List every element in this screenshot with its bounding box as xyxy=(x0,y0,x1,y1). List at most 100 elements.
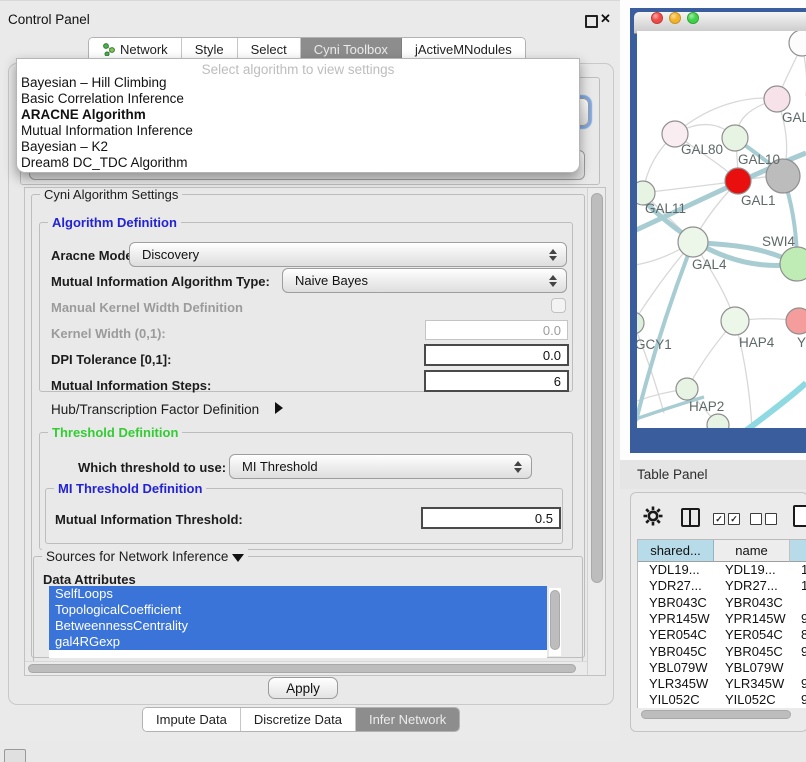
table-row[interactable]: YBR043CYBR043C xyxy=(638,595,806,611)
table-cell: YBR043C xyxy=(638,595,714,611)
table-row[interactable]: YBR045CYBR045C9. xyxy=(638,644,806,660)
kernel-width-field[interactable] xyxy=(425,320,568,340)
close-icon[interactable]: ✕ xyxy=(600,11,611,27)
network-edge[interactable] xyxy=(744,383,806,428)
attribute-list-item[interactable]: TopologicalCoefficient xyxy=(49,602,547,618)
checked-checkbox-icon[interactable]: ✓ xyxy=(728,513,740,525)
column-header[interactable]: shared... xyxy=(638,540,714,562)
dropdown-item[interactable]: Dream8 DC_TDC Algorithm xyxy=(21,155,188,171)
mi-threshold-title: MI Threshold Definition xyxy=(54,481,206,496)
table-cell: YBL079W xyxy=(638,660,714,676)
attribute-list-item[interactable]: BetweennessCentrality xyxy=(49,618,547,634)
checked-checkbox-icon[interactable]: ✓ xyxy=(713,513,725,525)
settings-vertical-scrollbar[interactable] xyxy=(587,188,606,675)
tab-impute-data[interactable]: Impute Data xyxy=(143,708,241,731)
tab-label: Discretize Data xyxy=(254,712,342,727)
table-panel-titlebar: Table Panel xyxy=(620,460,806,489)
collapse-down-icon[interactable] xyxy=(232,554,244,562)
node-table[interactable]: shared...nameYDL19...YDL19...13YDR27...Y… xyxy=(637,539,806,708)
close-traffic-light[interactable] xyxy=(651,12,663,24)
attribute-list-scrollbar[interactable] xyxy=(549,588,561,656)
float-window-icon[interactable] xyxy=(585,15,598,28)
node-label: Y xyxy=(797,335,806,350)
dpi-tolerance-label: DPI Tolerance [0,1]: xyxy=(51,352,171,367)
column-split-icon[interactable] xyxy=(681,508,700,527)
table-row[interactable]: YER054CYER054C8. xyxy=(638,627,806,643)
network-node-gcy1[interactable] xyxy=(637,312,644,334)
column-header[interactable] xyxy=(790,540,806,562)
table-cell: YPR145W xyxy=(638,611,714,627)
apply-button-label: Apply xyxy=(286,681,320,696)
network-node-gal[interactable] xyxy=(764,86,790,112)
mi-steps-field[interactable] xyxy=(424,370,569,392)
manual-kernel-label: Manual Kernel Width Definition xyxy=(51,300,243,315)
combo-stepper-icon xyxy=(514,461,522,473)
network-canvas[interactable]: GALGAL80GAL10GAL1GAL11SWI4GAL4HAP4YGCY1H… xyxy=(637,31,806,428)
dropdown-item[interactable]: ARACNE Algorithm xyxy=(21,107,146,123)
settings-horizontal-scrollbar[interactable] xyxy=(25,661,587,676)
table-row[interactable]: YLR345WYLR345W9. xyxy=(638,676,806,692)
manual-kernel-checkbox[interactable] xyxy=(551,298,566,313)
network-node-gal1[interactable] xyxy=(725,168,751,194)
dropdown-item[interactable]: Basic Correlation Inference xyxy=(21,91,184,107)
zoom-traffic-light[interactable] xyxy=(687,12,699,24)
sources-title: Sources for Network Inference xyxy=(42,549,248,564)
table-cell: 8. xyxy=(790,627,806,643)
table-cell: YIL052C xyxy=(714,692,790,708)
table-row[interactable]: YPR145WYPR145W9. xyxy=(638,611,806,627)
network-node-hap4[interactable] xyxy=(721,307,749,335)
dropdown-item[interactable]: Mutual Information Inference xyxy=(21,123,193,139)
dropdown-item[interactable]: Bayesian – Hill Climbing xyxy=(21,75,167,91)
mi-type-combo[interactable]: Naive Bayes xyxy=(282,268,567,293)
network-node-y[interactable] xyxy=(786,308,806,334)
minimize-traffic-light[interactable] xyxy=(669,12,681,24)
data-attributes-list[interactable]: SelfLoopsTopologicalCoefficientBetweenne… xyxy=(49,586,547,658)
table-row[interactable]: YDL19...YDL19...13 xyxy=(638,562,806,578)
network-view-window: GALGAL80GAL10GAL1GAL11SWI4GAL4HAP4YGCY1H… xyxy=(630,8,806,453)
aracne-mode-combo[interactable]: Discovery xyxy=(129,242,567,267)
mi-steps-label: Mutual Information Steps: xyxy=(51,378,211,393)
table-cell: YER054C xyxy=(714,627,790,643)
node-label: GAL1 xyxy=(741,193,776,208)
table-row[interactable]: YDR27...YDR27...12 xyxy=(638,578,806,594)
attribute-list-item[interactable]: SelfLoops xyxy=(49,586,547,602)
node-label: HAP2 xyxy=(689,399,724,414)
network-node-swi4[interactable] xyxy=(780,247,806,281)
dpi-tolerance-field[interactable] xyxy=(424,344,569,366)
network-node-gal10[interactable] xyxy=(722,125,748,151)
settings-gear-icon[interactable] xyxy=(643,506,663,526)
tab-label: Style xyxy=(195,42,224,57)
table-row[interactable]: YIL052CYIL052C9. xyxy=(638,692,806,708)
unchecked-checkbox-icon[interactable] xyxy=(750,513,762,525)
hub-definition-label: Hub/Transcription Factor Definition xyxy=(51,402,259,417)
tab-discretize-data[interactable]: Discretize Data xyxy=(241,708,356,731)
unchecked-checkbox-icon[interactable] xyxy=(765,513,777,525)
dropdown-item[interactable]: Bayesian – K2 xyxy=(21,139,108,155)
attribute-list-item[interactable]: gal4RGexp xyxy=(49,634,547,650)
tab-label: Impute Data xyxy=(156,712,227,727)
node-label: GAL11 xyxy=(645,201,686,216)
mi-threshold-field[interactable] xyxy=(421,507,561,529)
document-icon[interactable] xyxy=(793,505,806,527)
table-row[interactable]: YBL079WYBL079W xyxy=(638,660,806,676)
node-label: GAL4 xyxy=(692,257,727,272)
which-threshold-combo[interactable]: MI Threshold xyxy=(229,454,532,479)
expand-right-icon[interactable] xyxy=(275,402,283,414)
aracne-mode-label: Aracne Mode: xyxy=(51,248,137,263)
tab-label: jActiveMNodules xyxy=(415,42,512,57)
network-node-hap2[interactable] xyxy=(676,378,698,400)
column-header[interactable]: name xyxy=(714,540,790,562)
table-cell: 9. xyxy=(790,692,806,708)
tab-infer-network[interactable]: Infer Network xyxy=(356,708,459,731)
table-cell: 13 xyxy=(790,562,806,578)
network-node[interactable] xyxy=(789,31,806,56)
which-threshold-label: Which threshold to use: xyxy=(78,460,226,475)
settings-group-title: Cyni Algorithm Settings xyxy=(40,187,182,202)
table-header-row: shared...name xyxy=(638,540,806,562)
mi-type-label: Mutual Information Algorithm Type: xyxy=(51,274,270,289)
network-node-gal4[interactable] xyxy=(678,227,708,257)
table-horizontal-scrollbar[interactable] xyxy=(639,709,803,721)
kernel-width-label: Kernel Width (0,1): xyxy=(51,326,166,341)
apply-button[interactable]: Apply xyxy=(268,677,338,699)
minimized-panel-icon[interactable] xyxy=(4,749,26,762)
